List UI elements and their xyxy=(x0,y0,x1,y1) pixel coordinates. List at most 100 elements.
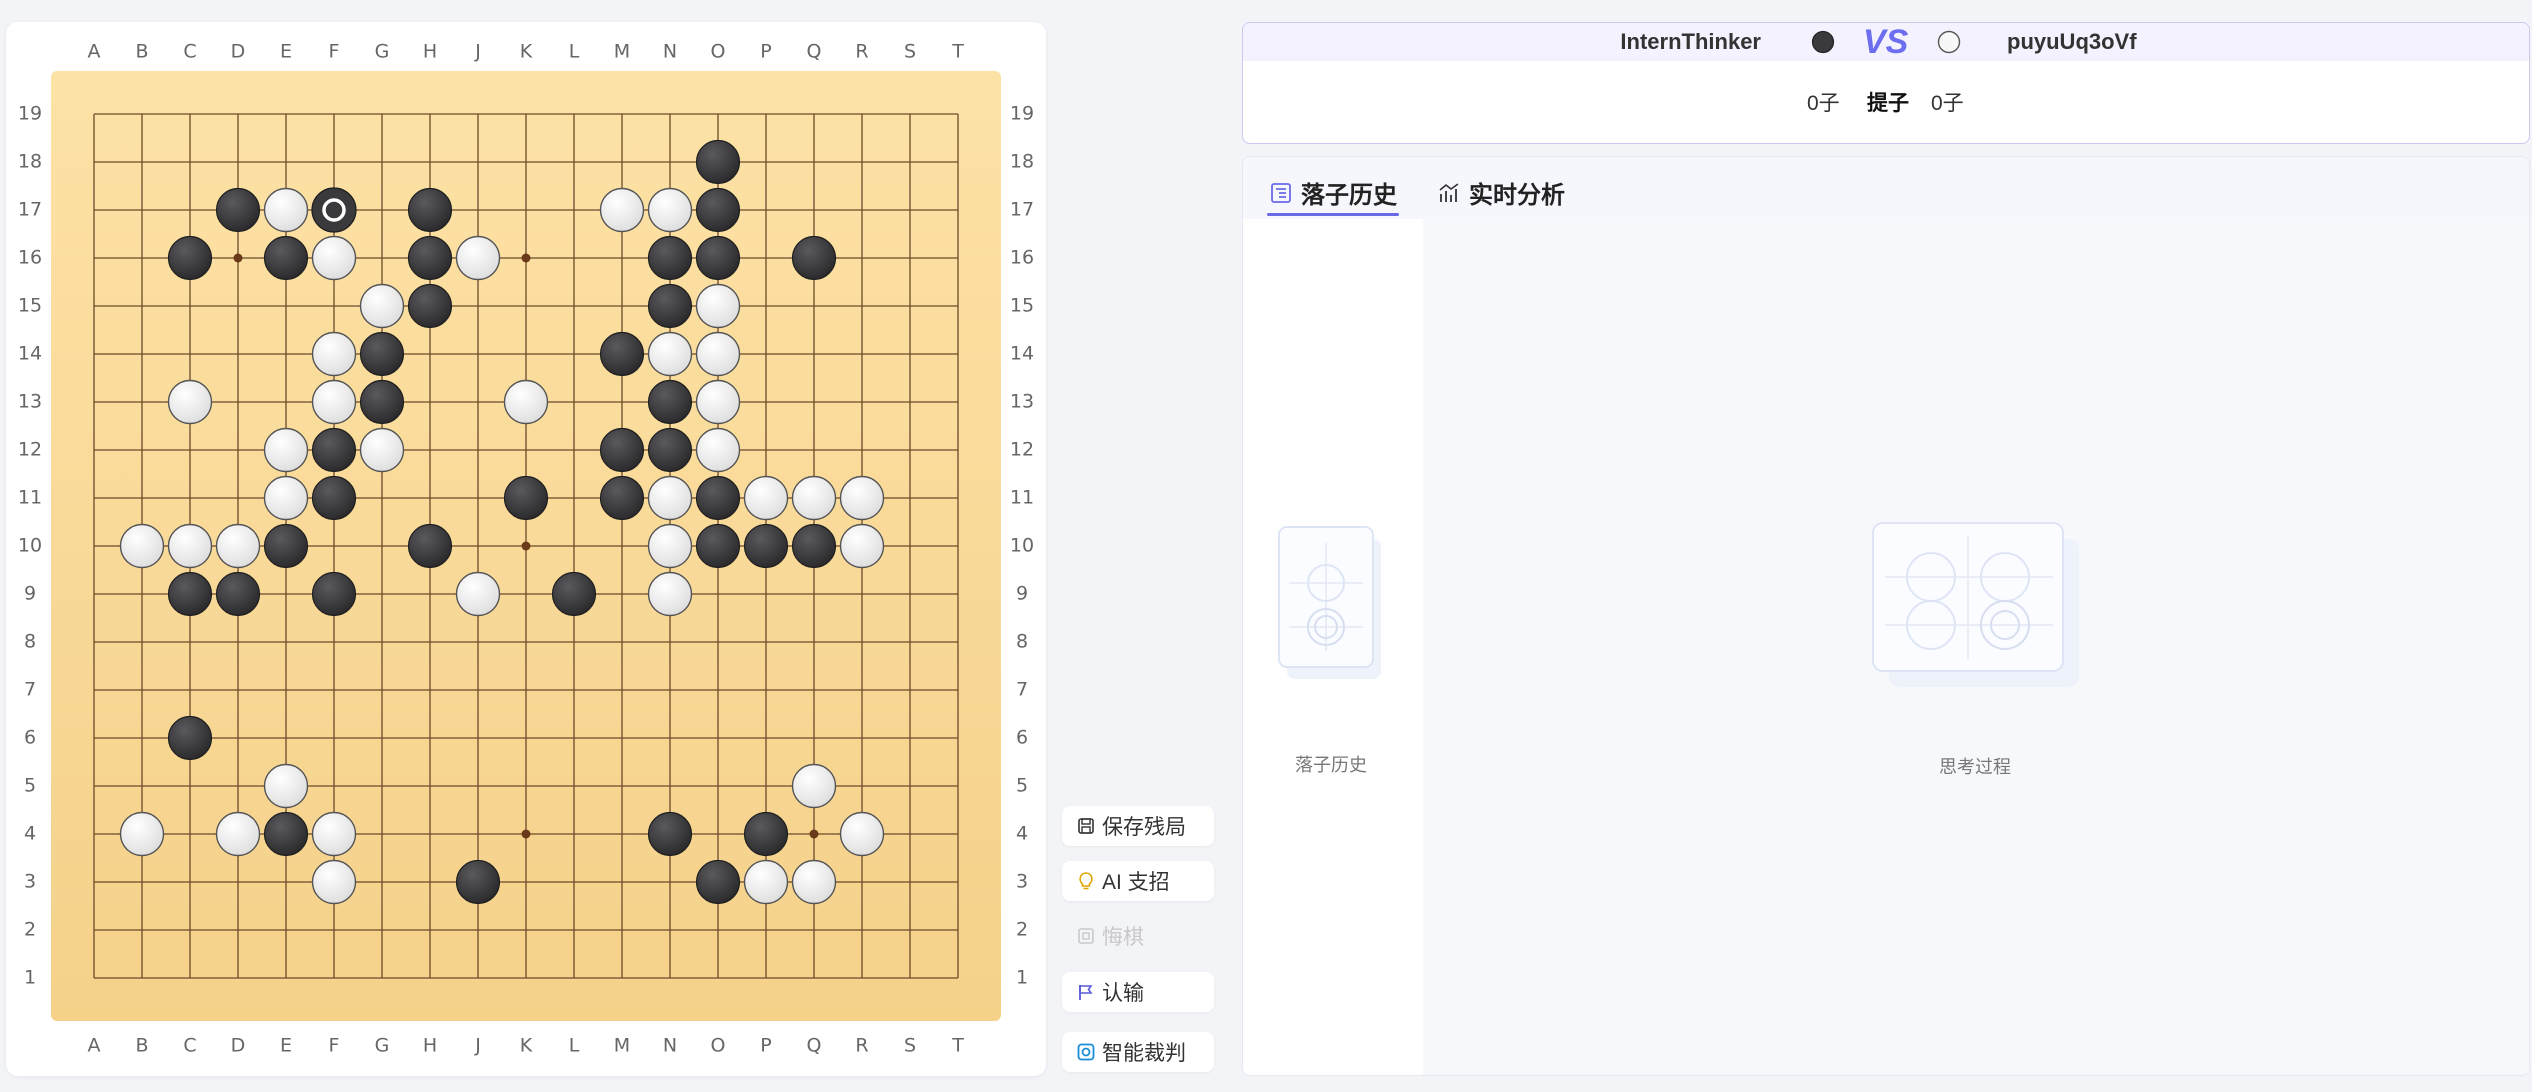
row-label: 6 xyxy=(24,727,36,749)
analysis-panel: 落子历史 实时分析 落子历史 思考过程 xyxy=(1242,156,2530,1076)
star-point xyxy=(521,829,531,839)
white-stone xyxy=(215,523,261,569)
black-captures: 0子 xyxy=(1807,92,1840,115)
column-label: M xyxy=(614,41,630,63)
black-stone xyxy=(407,523,453,569)
column-label: K xyxy=(520,1035,533,1057)
column-label: H xyxy=(423,41,437,63)
column-label: M xyxy=(614,1035,630,1057)
tab-realtime-analysis-label: 实时分析 xyxy=(1469,182,1565,209)
black-stone xyxy=(695,475,741,521)
column-label: R xyxy=(855,41,868,63)
flag-icon xyxy=(1079,985,1093,1000)
column-label: J xyxy=(474,1035,481,1057)
ai-hint-label: AI 支招 xyxy=(1102,871,1170,894)
row-label: 5 xyxy=(24,775,36,797)
black-stone xyxy=(791,235,837,281)
column-label: P xyxy=(760,41,771,63)
row-label: 4 xyxy=(1016,823,1028,845)
row-label: 10 xyxy=(1010,535,1034,557)
active-tab-indicator xyxy=(1267,213,1399,216)
tab-realtime-analysis[interactable]: 实时分析 xyxy=(1437,175,1565,210)
row-label: 1 xyxy=(1016,967,1028,989)
black-stone xyxy=(311,571,357,617)
chart-icon xyxy=(1439,182,1459,202)
black-stone xyxy=(695,187,741,233)
white-stone xyxy=(119,811,165,857)
star-point xyxy=(521,253,531,263)
row-label: 17 xyxy=(1010,199,1034,221)
star-point xyxy=(809,829,819,839)
row-label: 9 xyxy=(1016,583,1028,605)
white-stone xyxy=(167,523,213,569)
row-label: 14 xyxy=(18,343,42,365)
column-label: T xyxy=(951,1035,964,1057)
undo-icon xyxy=(1078,928,1094,944)
white-player-name: puyuUq3oVf xyxy=(2007,29,2137,54)
white-stone xyxy=(119,523,165,569)
black-stone xyxy=(647,235,693,281)
column-label: Q xyxy=(807,41,822,63)
black-stone xyxy=(647,811,693,857)
go-board[interactable]: AABBCCDDEEFFGGHHJJKKLLMMNNOOPPQQRRSSTT19… xyxy=(6,22,1046,1076)
column-label: K xyxy=(520,41,533,63)
black-stone xyxy=(311,427,357,473)
black-stone xyxy=(359,331,405,377)
white-captures: 0子 xyxy=(1931,92,1964,115)
row-label: 19 xyxy=(1010,103,1034,125)
white-stone xyxy=(455,571,501,617)
smart-judge-label: 智能裁判 xyxy=(1102,1042,1186,1065)
white-stone xyxy=(647,475,693,521)
black-stone xyxy=(551,571,597,617)
black-stone xyxy=(407,283,453,329)
column-label: C xyxy=(183,41,196,63)
resign-button[interactable]: 认输 xyxy=(1062,972,1214,1012)
row-label: 9 xyxy=(24,583,36,605)
smart-judge-button[interactable]: 智能裁判 xyxy=(1062,1032,1214,1072)
white-stone xyxy=(839,523,885,569)
row-label: 18 xyxy=(1010,151,1034,173)
black-player-name: InternThinker xyxy=(1620,29,1761,54)
white-stone xyxy=(311,811,357,857)
row-label: 13 xyxy=(18,391,42,413)
black-stone xyxy=(599,475,645,521)
black-stone xyxy=(599,427,645,473)
column-label: O xyxy=(711,1035,726,1057)
undo-label: 悔棋 xyxy=(1102,926,1144,949)
white-stone xyxy=(359,427,405,473)
column-label: D xyxy=(231,41,246,63)
captures-label: 提子 xyxy=(1867,92,1909,115)
black-stone xyxy=(167,571,213,617)
column-label: F xyxy=(329,41,340,63)
star-point xyxy=(233,253,243,263)
row-label: 5 xyxy=(1016,775,1028,797)
white-stone xyxy=(263,475,309,521)
list-icon xyxy=(1271,182,1291,203)
judge-icon xyxy=(1077,1043,1095,1061)
save-position-button[interactable]: 保存残局 xyxy=(1062,806,1214,846)
board-panel: A A B B C C D D E E F F G G H H J J K K L L M M N N O O P P Q Q R R S S T T 19… xyxy=(6,22,1046,1076)
ai-hint-button[interactable]: AI 支招 xyxy=(1062,861,1214,901)
row-label: 15 xyxy=(1010,295,1034,317)
black-stone xyxy=(647,283,693,329)
black-stone xyxy=(647,379,693,425)
vs-label: VS xyxy=(1863,23,1909,61)
black-stone xyxy=(167,715,213,761)
black-stone xyxy=(599,331,645,377)
black-stone xyxy=(263,811,309,857)
column-label: L xyxy=(569,1035,580,1057)
undo-button[interactable]: 悔棋 xyxy=(1062,916,1214,956)
column-label: B xyxy=(135,41,148,63)
tab-move-history[interactable]: 落子历史 xyxy=(1269,175,1397,210)
resign-label: 认输 xyxy=(1102,982,1144,1005)
column-label: P xyxy=(760,1035,771,1057)
row-label: 8 xyxy=(1016,631,1028,653)
white-stone xyxy=(647,523,693,569)
tab-bar: 落子历史 实时分析 xyxy=(1243,157,2529,219)
players-panel: InternThinker VS puyuUq3oVf 0子 提子 0子 xyxy=(1242,22,2530,144)
black-stone xyxy=(263,235,309,281)
black-stone xyxy=(263,523,309,569)
column-label: Q xyxy=(807,1035,822,1057)
column-label: B xyxy=(135,1035,148,1057)
black-stone xyxy=(455,859,501,905)
